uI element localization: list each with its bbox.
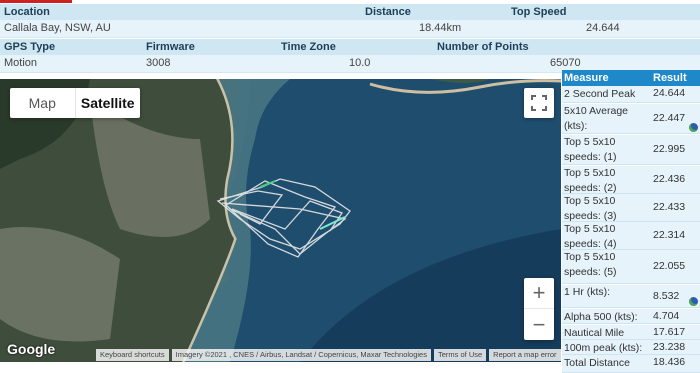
gps-type-header: GPS Type (4, 41, 56, 53)
summary-header-row: Location Distance Top Speed (0, 4, 700, 20)
result-row: 100m peak (kts): 23.238 (562, 340, 700, 355)
zoom-control: + − (524, 278, 554, 340)
result-row: Alpha 500 (kts): 4.704 (562, 309, 700, 324)
device-header-row: GPS Type Firmware Time Zone Number of Po… (0, 39, 700, 55)
points-value: 65070 (550, 57, 581, 69)
report-map-error-link[interactable]: Report a map error (489, 349, 561, 361)
distance-header: Distance (365, 6, 411, 18)
result-row-measure: Alpha 500 (kts): (564, 311, 638, 323)
result-row-measure: Top 5 5x10 speeds: (1) (564, 136, 617, 163)
distance-value: 18.44km (419, 22, 462, 34)
map-type-map-button[interactable]: Map (10, 88, 75, 118)
result-row-value: 4.704 (653, 310, 680, 322)
result-row: 2 Second Peak (kts):24.644 (562, 86, 700, 115)
map-type-control: Map Satellite (10, 88, 140, 118)
result-header: Result (653, 72, 687, 84)
result-row-value: 22.055 (653, 260, 686, 272)
map-imagery (0, 79, 561, 362)
result-row-measure: Total Distance (km): (564, 357, 630, 373)
result-row-value: 22.436 (653, 173, 686, 185)
result-row-value: 24.644 (653, 87, 686, 99)
result-row-measure: Top 5 5x10 speeds: (5) (564, 251, 617, 278)
location-value: Callala Bay, NSW, AU (4, 22, 111, 34)
result-row-value: 22.447 (653, 112, 686, 124)
result-row-measure: 1 Hr (kts): (564, 286, 611, 298)
result-row: Top 5 5x10 speeds: (5) 22.055 (562, 250, 700, 284)
satellite-map[interactable]: Map Satellite + − Google Keyboard shortc… (0, 79, 561, 362)
globe-icon[interactable] (689, 297, 698, 306)
results-header-row: Measure Result (562, 70, 700, 86)
top-speed-value: 24.644 (586, 22, 620, 34)
firmware-header: Firmware (146, 41, 195, 53)
results-table: Measure Result (562, 70, 700, 86)
google-logo[interactable]: Google (7, 341, 55, 357)
time-zone-value: 10.0 (349, 57, 371, 69)
imagery-credit: Imagery ©2021 , CNES / Airbus, Landsat /… (171, 349, 431, 361)
top-speed-header: Top Speed (511, 6, 567, 18)
time-zone-header: Time Zone (281, 41, 336, 53)
location-header: Location (4, 6, 50, 18)
result-row-value: 22.314 (653, 229, 686, 241)
result-row: Top 5 5x10 speeds: (1) 22.995 (562, 135, 700, 165)
fullscreen-button[interactable] (524, 88, 554, 118)
summary-value-row: Callala Bay, NSW, AU 18.44km 24.644 (0, 20, 700, 38)
result-row: Top 5 5x10 speeds: (3) 22.433 (562, 194, 700, 222)
fullscreen-icon (531, 95, 547, 111)
keyboard-shortcuts-link[interactable]: Keyboard shortcuts (96, 349, 169, 361)
result-row-value: 8.532 (653, 290, 680, 302)
terms-of-use-link[interactable]: Terms of Use (433, 349, 487, 361)
result-row: 1 Hr (kts): 8.532 (562, 285, 700, 308)
result-row-value: 22.995 (653, 143, 686, 155)
result-row-measure: 100m peak (kts): (564, 342, 643, 354)
result-row-value: 23.238 (653, 341, 686, 353)
brand-accent-bar (0, 0, 72, 3)
zoom-out-button[interactable]: − (524, 309, 554, 340)
result-row-measure: Top 5 5x10 speeds: (2) (564, 167, 617, 194)
zoom-in-button[interactable]: + (524, 278, 554, 309)
result-row-value: 18.436 (653, 356, 686, 368)
points-header: Number of Points (437, 41, 529, 53)
map-type-satellite-button[interactable]: Satellite (74, 88, 141, 118)
result-row: Nautical Mile (kts):17.617 (562, 325, 700, 354)
device-info-table: GPS Type Firmware Time Zone Number of Po… (0, 39, 700, 73)
map-attribution-bar: Keyboard shortcuts Imagery ©2021 , CNES … (96, 349, 561, 361)
result-row: 5x10 Average (kts): 22.447 (562, 104, 700, 134)
firmware-value: 3008 (146, 57, 171, 69)
result-row-measure: Top 5 5x10 speeds: (3) (564, 195, 617, 222)
result-row: Top 5 5x10 speeds: (2) 22.436 (562, 166, 700, 194)
result-row: Top 5 5x10 speeds: (4) 22.314 (562, 222, 700, 250)
result-row-value: 22.433 (653, 201, 686, 213)
gps-type-value: Motion (4, 57, 38, 69)
result-row-measure: Top 5 5x10 speeds: (4) (564, 223, 617, 250)
result-row-value: 17.617 (653, 326, 686, 338)
result-row: Total Distance (km): 18.436 (562, 355, 700, 373)
session-summary-table: Location Distance Top Speed Callala Bay,… (0, 4, 700, 38)
measure-header: Measure (564, 72, 609, 84)
globe-icon[interactable] (689, 123, 698, 132)
result-row-measure: 5x10 Average (kts): (564, 105, 629, 132)
